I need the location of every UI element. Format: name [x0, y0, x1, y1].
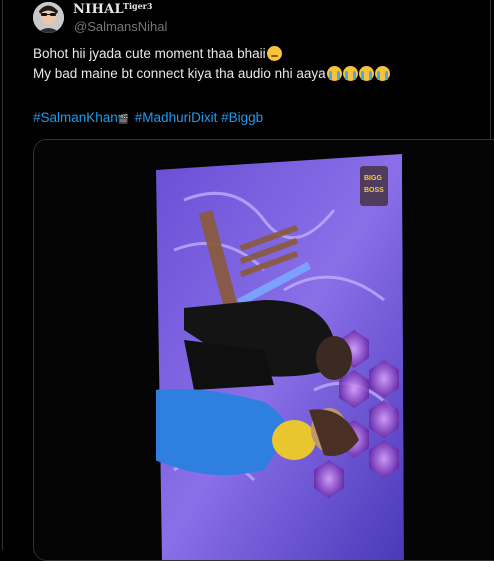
hashtag-row: #SalmanKhan🎬 #MadhuriDixit #Biggb — [33, 110, 263, 125]
crying-face-icon — [326, 66, 342, 81]
hashtag-salmankhan[interactable]: #SalmanKhan — [33, 110, 118, 125]
tweet-media[interactable]: BIGG BOSS — [33, 139, 494, 561]
tweet-text-2: My bad maine bt connect kiya tha audio n… — [33, 66, 326, 81]
crying-face-icon — [342, 66, 358, 81]
hashtag-biggb[interactable]: #Biggb — [221, 110, 263, 125]
crying-face-icon — [374, 66, 390, 81]
woozy-face-icon — [266, 46, 282, 61]
svg-text:BIGG: BIGG — [364, 175, 382, 182]
hashtag-madhuridixit[interactable]: #MadhuriDixit — [135, 110, 218, 125]
crying-face-icon — [358, 66, 374, 81]
user-handle[interactable]: @SalmansNihal — [74, 19, 167, 34]
avatar-image — [33, 2, 64, 33]
tweet-text-line-1: Bohot hii jyada cute moment thaa bhaii — [33, 46, 282, 61]
user-display-name[interactable]: NIHAL — [73, 2, 124, 17]
film-clapper-icon: 🎬 — [117, 114, 130, 124]
tweet-text-line-2: My bad maine bt connect kiya tha audio n… — [33, 66, 390, 81]
user-name-badge: Tiger3 — [123, 1, 153, 11]
svg-text:BOSS: BOSS — [364, 187, 384, 194]
timeline-border-left — [2, 0, 3, 550]
bigg-boss-logo: BIGG BOSS — [360, 166, 388, 206]
tweet-text-1: Bohot hii jyada cute moment thaa bhaii — [33, 46, 266, 61]
tv-screen-photo: BIGG BOSS — [34, 140, 494, 560]
avatar[interactable] — [33, 2, 64, 33]
